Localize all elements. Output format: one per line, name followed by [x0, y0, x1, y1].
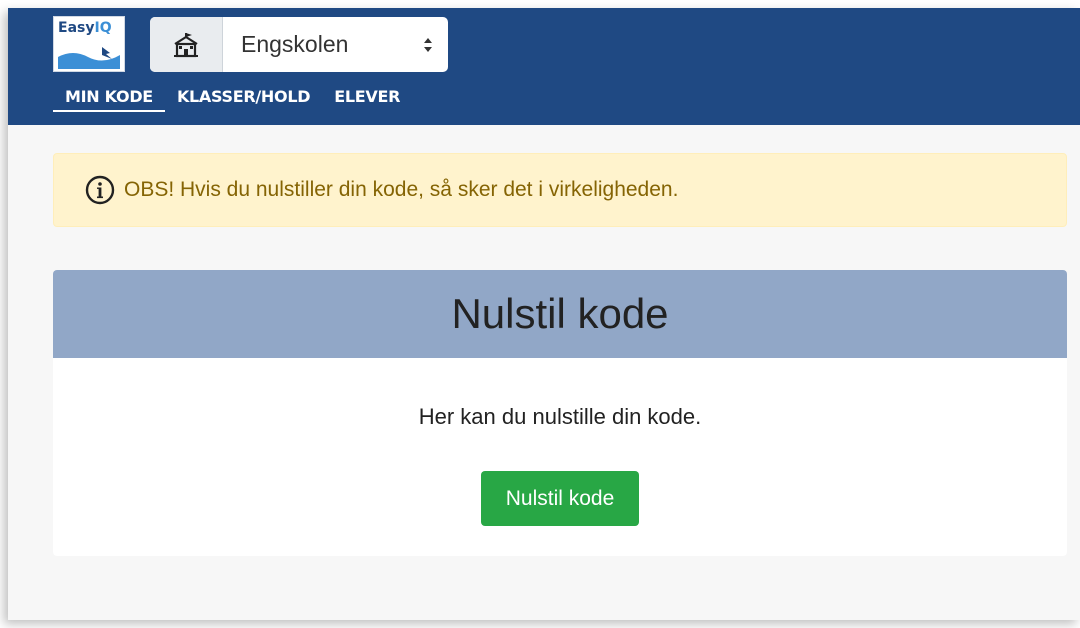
- updown-caret-icon: [408, 37, 448, 53]
- alert-message: OBS! Hvis du nulstiller din kode, så ske…: [124, 178, 679, 201]
- tab-min-kode[interactable]: MIN KODE: [53, 86, 165, 112]
- logo-text: EasyIQ: [58, 20, 112, 36]
- card-header: Nulstil kode: [53, 270, 1067, 358]
- card-description: Her kan du nulstille din kode.: [418, 404, 702, 429]
- school-select[interactable]: Engskolen: [150, 17, 448, 72]
- school-building-icon: [150, 17, 223, 72]
- reset-code-button[interactable]: Nulstil kode: [481, 471, 639, 526]
- logo-wave-icon: [58, 45, 120, 69]
- reset-code-card: Nulstil kode Her kan du nulstille din ko…: [53, 270, 1067, 556]
- school-select-value: Engskolen: [241, 31, 349, 57]
- tab-klasser-hold[interactable]: KLASSER/HOLD: [165, 86, 322, 112]
- main-nav: MIN KODE KLASSER/HOLD ELEVER: [53, 86, 412, 112]
- app-window: EasyIQ Engskolen MIN KODE KLASSER/HOLD E…: [8, 8, 1080, 620]
- tab-elever[interactable]: ELEVER: [322, 86, 412, 112]
- top-navbar: EasyIQ Engskolen MIN KODE KLASSER/HOLD E…: [8, 8, 1080, 125]
- warning-alert: OBS! Hvis du nulstiller din kode, så ske…: [53, 153, 1067, 227]
- easyiq-logo[interactable]: EasyIQ: [53, 16, 125, 72]
- info-circle-icon: [85, 175, 115, 205]
- card-title: Nulstil kode: [451, 290, 669, 337]
